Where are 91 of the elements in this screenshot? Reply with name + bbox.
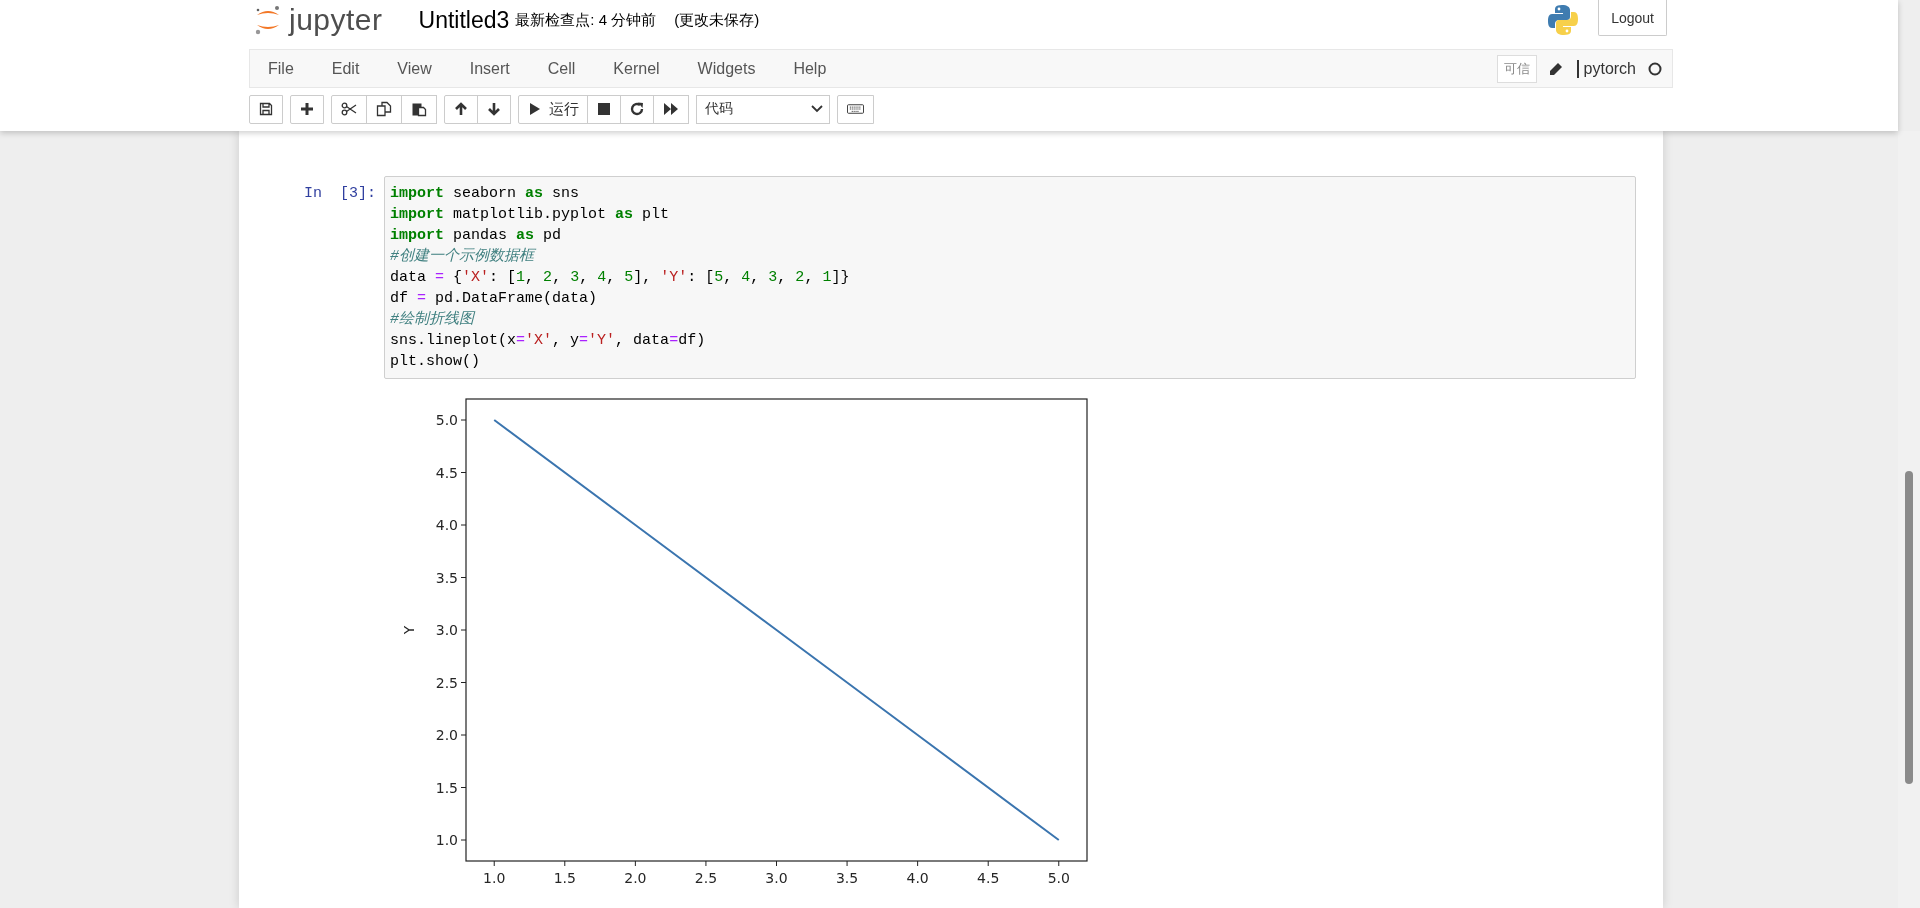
y-tick-label: 2.5: [435, 674, 458, 691]
code-cell[interactable]: [384, 176, 1636, 379]
y-tick-label: 1.0: [435, 832, 458, 848]
x-tick-label: 3.0: [765, 870, 788, 886]
menu-item[interactable]: View: [378, 59, 451, 78]
tick-mark: [493, 860, 495, 867]
x-tick-label: 4.5: [977, 870, 1000, 886]
code-line: import seaborn as sns: [390, 184, 581, 204]
x-tick-label: 4.0: [906, 870, 929, 886]
tick-mark: [705, 860, 707, 867]
input-prompt: In [3]:: [303, 184, 377, 202]
tick-mark: [460, 524, 467, 526]
x-tick-label: 1.5: [553, 870, 576, 886]
save-button[interactable]: [249, 94, 283, 124]
paste-button[interactable]: [401, 94, 437, 124]
scrollbar-thumb[interactable]: [1905, 471, 1913, 784]
y-tick-label: 4.0: [435, 517, 458, 533]
tick-mark: [460, 734, 467, 736]
menu-item[interactable]: Widgets: [678, 59, 775, 78]
code-line: data = {'X': [1, 2, 3, 4, 5], 'Y': [5, 4, 3, 2, 1]}: [390, 268, 851, 288]
stop-icon: [598, 103, 610, 115]
menu-item[interactable]: File: [250, 59, 313, 78]
y-tick-label: 3.0: [435, 622, 458, 638]
cell-type-select[interactable]: 代码: [696, 94, 830, 124]
paste-icon: [411, 101, 427, 117]
menu-item[interactable]: Kernel: [594, 59, 679, 78]
menu-item[interactable]: Help: [774, 59, 846, 78]
code-line: #绘制折线图: [390, 309, 477, 330]
tick-mark: [846, 860, 848, 867]
plus-icon: [300, 102, 314, 116]
menu-item[interactable]: Insert: [450, 59, 529, 78]
cut-button[interactable]: [331, 94, 367, 124]
play-icon: [529, 102, 541, 116]
arrow-down-icon: [487, 102, 501, 116]
arrow-up-icon: [454, 102, 468, 116]
tick-mark: [987, 860, 989, 867]
copy-icon: [376, 101, 392, 117]
run-all-button[interactable]: [653, 94, 689, 124]
restart-icon: [630, 102, 644, 116]
command-palette-button[interactable]: [837, 94, 874, 124]
tick-mark: [460, 472, 467, 473]
tick-mark: [460, 629, 467, 631]
tick-mark: [460, 839, 467, 841]
pencil-icon[interactable]: [1548, 61, 1563, 76]
caret-icon: [811, 105, 823, 113]
move-down-button[interactable]: [477, 94, 511, 124]
save-status: (更改未保存): [674, 10, 760, 30]
checkpoint-status: 最新检查点: 4 分钟前: [515, 10, 657, 30]
tick-mark: [776, 860, 777, 867]
y-tick-label: 5.0: [435, 412, 458, 428]
move-up-button[interactable]: [444, 94, 478, 124]
tick-mark: [917, 860, 919, 867]
insert-cell-button[interactable]: [290, 94, 324, 124]
run-button[interactable]: 运行: [518, 94, 588, 124]
restart-button[interactable]: [620, 94, 654, 124]
tick-mark: [460, 682, 467, 683]
tick-mark: [634, 860, 636, 867]
code-line: #创建一个示例数据框: [390, 246, 537, 267]
stop-button[interactable]: [587, 94, 621, 124]
tick-mark: [460, 787, 467, 788]
y-tick-label: 4.5: [435, 464, 458, 481]
scissors-icon: [341, 102, 357, 116]
tick-mark: [564, 860, 566, 867]
x-tick-label: 5.0: [1047, 870, 1070, 886]
x-tick-label: 1.0: [483, 870, 506, 886]
menu-item[interactable]: Cell: [528, 59, 595, 78]
fast-forward-icon: [663, 102, 679, 116]
logout-button[interactable]: Logout: [1598, 0, 1667, 36]
y-tick-label: 3.5: [435, 569, 458, 586]
notebook-title[interactable]: Untitled3: [418, 6, 510, 34]
code-line: plt.show(): [390, 352, 481, 372]
copy-button[interactable]: [366, 94, 402, 124]
tick-mark: [460, 577, 467, 578]
x-tick-label: 2.5: [694, 870, 718, 886]
y-tick-label: 1.5: [435, 779, 458, 796]
logo-text[interactable]: jupyter: [289, 5, 383, 35]
code-line: df = pd.DataFrame(data): [390, 289, 599, 309]
tick-mark: [1058, 860, 1060, 867]
kernel-name: pytorch: [1576, 59, 1636, 78]
code-line: sns.lineplot(x='X', y='Y', data=df): [390, 331, 707, 351]
trusted-badge[interactable]: 可信: [1496, 54, 1537, 83]
menu-item[interactable]: Edit: [312, 59, 379, 78]
code-line: import pandas as pd: [390, 226, 563, 246]
python-logo-icon: [1546, 3, 1581, 37]
tick-mark: [460, 419, 467, 421]
y-axis-label: Y: [401, 625, 417, 635]
keyboard-icon: [847, 104, 864, 114]
code-line: import matplotlib.pyplot as plt: [390, 205, 671, 225]
x-tick-label: 3.5: [835, 870, 859, 886]
y-tick-label: 2.0: [435, 727, 458, 743]
x-tick-label: 2.0: [624, 870, 647, 886]
